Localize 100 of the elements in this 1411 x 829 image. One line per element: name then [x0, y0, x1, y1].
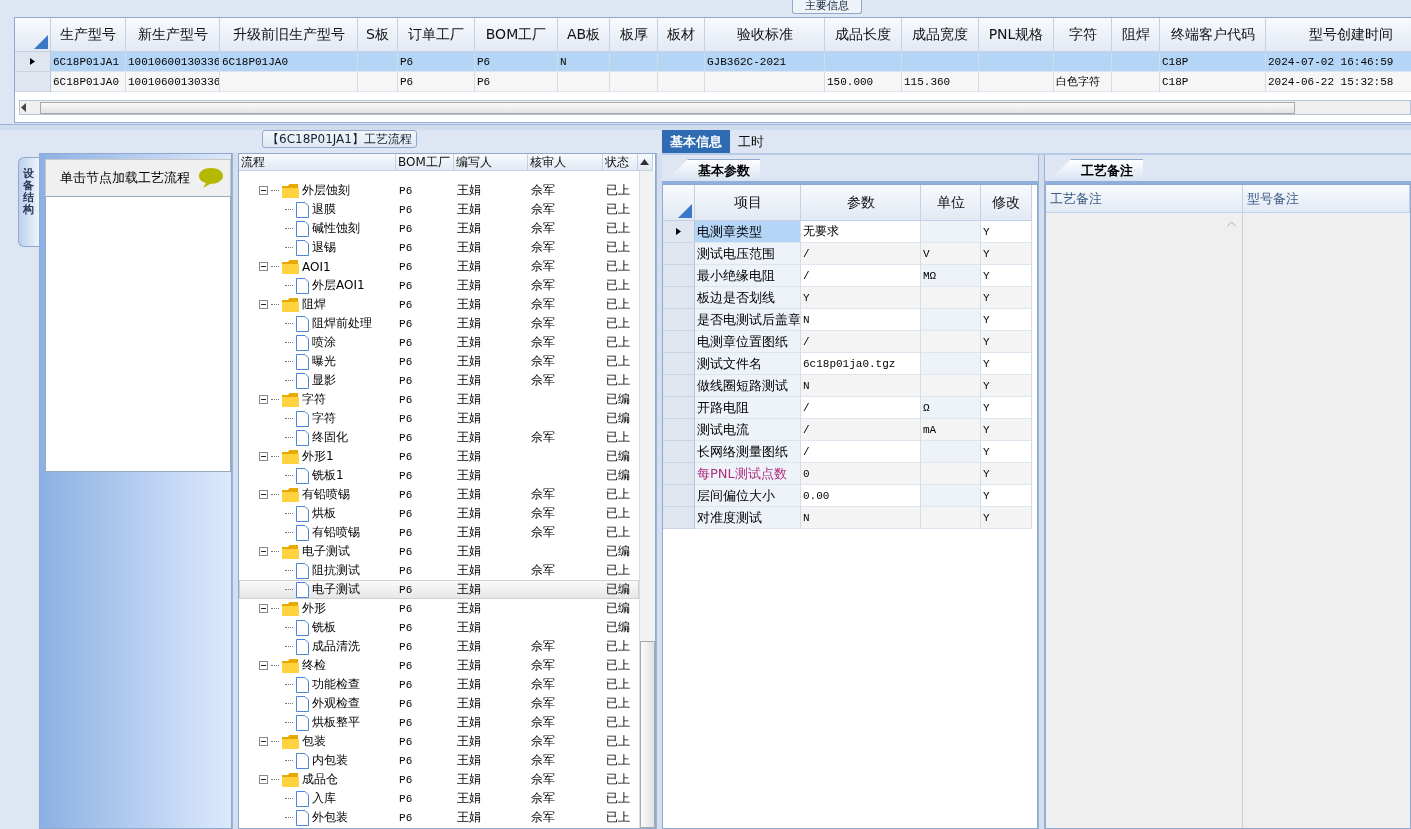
column-header[interactable]: 字符: [1054, 18, 1112, 52]
scrollbar-thumb[interactable]: [40, 101, 1295, 114]
tree-node-label[interactable]: 阻抗测试: [312, 562, 361, 579]
table-row[interactable]: 6C18P01JA0 10010600130336 P6 P6 150.000 115.360 白色字符 C18P 2024-06-22 15:32:58: [15, 72, 1411, 92]
tab[interactable]: 基本参数: [666, 159, 760, 181]
tab[interactable]: 工时: [730, 130, 772, 153]
column-header[interactable]: S板: [358, 18, 398, 52]
tree-row[interactable]: 阻抗测试 P6 王娟 佘军 已上: [239, 561, 640, 580]
table-row[interactable]: 6C18P01JA1 10010600130336 6C18P01JA0 P6 P6 N GJB362C-2021 C18P 2024-07-02 16:46:59: [15, 52, 1411, 72]
tree-node-label[interactable]: 退锡: [312, 239, 337, 256]
column-header[interactable]: 阻焊: [1112, 18, 1160, 52]
tree-node-label[interactable]: 碱性蚀刻: [312, 220, 361, 237]
tree-row[interactable]: 铣板1 P6 王娟 已编: [239, 466, 640, 485]
tree-row[interactable]: 喷涂 P6 王娟 佘军 已上: [239, 333, 640, 352]
tree-row[interactable]: 字符 P6 王娟 已编: [239, 390, 640, 409]
tree-row[interactable]: 内包装 P6 王娟 佘军 已上: [239, 751, 640, 770]
table-cell[interactable]: 层间偏位大小: [695, 485, 801, 507]
column-header[interactable]: 订单工厂: [398, 18, 475, 52]
splitter-handle[interactable]: [232, 153, 239, 829]
table-cell[interactable]: 每PNL测试点数: [695, 463, 801, 485]
tree-node-label[interactable]: 烘板: [312, 505, 337, 522]
tree-row[interactable]: 电子测试 P6 王娟 已编: [239, 542, 640, 561]
column-header[interactable]: 流程: [239, 154, 397, 171]
tree-row[interactable]: 退膜 P6 王娟 佘军 已上: [239, 200, 640, 219]
tree-row[interactable]: 阻焊前处理 P6 王娟 佘军 已上: [239, 314, 640, 333]
tree-node-label[interactable]: 阻焊: [302, 296, 327, 313]
tree-row[interactable]: 有铅喷锡 P6 王娟 佘军 已上: [239, 523, 640, 542]
column-header[interactable]: 型号创建时间: [1266, 18, 1411, 52]
tree-row[interactable]: 入库 P6 王娟 佘军 已上: [239, 789, 640, 808]
tree-node-label[interactable]: 有铅喷锡: [302, 486, 351, 503]
tree-node-label[interactable]: 包装: [302, 733, 327, 750]
tree-node-label[interactable]: 曝光: [312, 353, 337, 370]
tree-node-label[interactable]: 内包装: [312, 752, 349, 769]
table-cell[interactable]: 开路电阻: [695, 397, 801, 419]
tree-row[interactable]: 烘板 P6 王娟 佘军 已上: [239, 504, 640, 523]
column-header[interactable]: 成品长度: [825, 18, 902, 52]
tree-row[interactable]: 外层蚀刻 P6 王娟 佘军 已上: [239, 181, 640, 200]
column-header[interactable]: AB板: [558, 18, 610, 52]
column-header[interactable]: 工艺备注: [1046, 185, 1243, 213]
tree-row[interactable]: 外观检查 P6 王娟 佘军 已上: [239, 694, 640, 713]
column-header[interactable]: 升级前旧生产型号: [220, 18, 358, 52]
table-cell[interactable]: 最小绝缘电阻: [695, 265, 801, 287]
side-tab[interactable]: 设备结构: [18, 157, 39, 248]
tree-node-label[interactable]: 字符: [312, 410, 337, 427]
tree-node-label[interactable]: 烘板整平: [312, 714, 361, 731]
tree-row[interactable]: 退锡 P6 王娟 佘军 已上: [239, 238, 640, 257]
tree-node-label[interactable]: 外包装: [312, 809, 349, 826]
tree-row[interactable]: 显影 P6 王娟 佘军 已上: [239, 371, 640, 390]
table-cell[interactable]: 电测章位置图纸: [695, 331, 801, 353]
tree-node-label[interactable]: 阻焊前处理: [312, 315, 373, 332]
splitter-handle[interactable]: [656, 153, 662, 829]
tree-row[interactable]: 外形 P6 王娟 已编: [239, 599, 640, 618]
tree-node-label[interactable]: 成品仓: [302, 771, 339, 788]
table-cell[interactable]: 是否电测试后盖章: [695, 309, 801, 331]
column-header[interactable]: 型号备注: [1243, 185, 1410, 213]
column-header[interactable]: PNL规格: [979, 18, 1054, 52]
splitter-handle[interactable]: [1038, 155, 1045, 829]
column-header[interactable]: 板厚: [610, 18, 658, 52]
tree-row[interactable]: 铣板 P6 王娟 已编: [239, 618, 640, 637]
tree-row[interactable]: 有铅喷锡 P6 王娟 佘军 已上: [239, 485, 640, 504]
table-cell[interactable]: 对准度测试: [695, 507, 801, 529]
tree-row[interactable]: 曝光 P6 王娟 佘军 已上: [239, 352, 640, 371]
tree-node-label[interactable]: 铣板1: [312, 467, 344, 484]
tree-node-label[interactable]: 电子测试: [302, 543, 351, 560]
column-header[interactable]: 板材: [658, 18, 705, 52]
column-header[interactable]: 编写人: [454, 154, 529, 171]
table-cell[interactable]: 板边是否划线: [695, 287, 801, 309]
tree-row[interactable]: 电子测试 P6 王娟 已编: [239, 580, 640, 599]
tree-node-label[interactable]: 外观检查: [312, 695, 361, 712]
tree-node-label[interactable]: 终固化: [312, 429, 349, 446]
column-header[interactable]: 项目: [695, 185, 801, 221]
tree-row[interactable]: 成品仓 P6 王娟 佘军 已上: [239, 770, 640, 789]
tree-row[interactable]: 字符 P6 王娟 已编: [239, 409, 640, 428]
tree-row[interactable]: 外层AOI1 P6 王娟 佘军 已上: [239, 276, 640, 295]
tree-row[interactable]: 终检 P6 王娟 佘军 已上: [239, 656, 640, 675]
column-header[interactable]: 核审人: [528, 154, 604, 171]
tree-row[interactable]: 碱性蚀刻 P6 王娟 佘军 已上: [239, 219, 640, 238]
tree-row[interactable]: 成品清洗 P6 王娟 佘军 已上: [239, 637, 640, 656]
tree-node-label[interactable]: 退膜: [312, 201, 337, 218]
row-header[interactable]: [15, 52, 51, 72]
column-header[interactable]: 终端客户代码: [1160, 18, 1266, 52]
column-header[interactable]: 新生产型号: [126, 18, 220, 52]
tree-row[interactable]: 包装 P6 王娟 佘军 已上: [239, 732, 640, 751]
tree-row[interactable]: 终固化 P6 王娟 佘军 已上: [239, 428, 640, 447]
tree-row[interactable]: 阻焊 P6 王娟 佘军 已上: [239, 295, 640, 314]
table-cell[interactable]: 做线圈短路测试: [695, 375, 801, 397]
tree-node-label[interactable]: 功能检查: [312, 676, 361, 693]
tree-node-label[interactable]: 外形1: [302, 448, 334, 465]
tree-row[interactable]: 烘板整平 P6 王娟 佘军 已上: [239, 713, 640, 732]
column-header[interactable]: 状态: [603, 154, 639, 171]
tree-node-label[interactable]: 显影: [312, 372, 337, 389]
tree-row[interactable]: 外包装 P6 王娟 佘军 已上: [239, 808, 640, 827]
tree-node-label[interactable]: 字符: [302, 391, 327, 408]
tree-row[interactable]: AOI1 P6 王娟 佘军 已上: [239, 257, 640, 276]
table-cell[interactable]: 长网络测量图纸: [695, 441, 801, 463]
row-header[interactable]: [663, 221, 695, 243]
tree-node-label[interactable]: 外层蚀刻: [302, 182, 351, 199]
table-cell[interactable]: 测试电压范围: [695, 243, 801, 265]
column-header[interactable]: BOM工厂: [475, 18, 558, 52]
tree-node-label[interactable]: 外形: [302, 600, 327, 617]
